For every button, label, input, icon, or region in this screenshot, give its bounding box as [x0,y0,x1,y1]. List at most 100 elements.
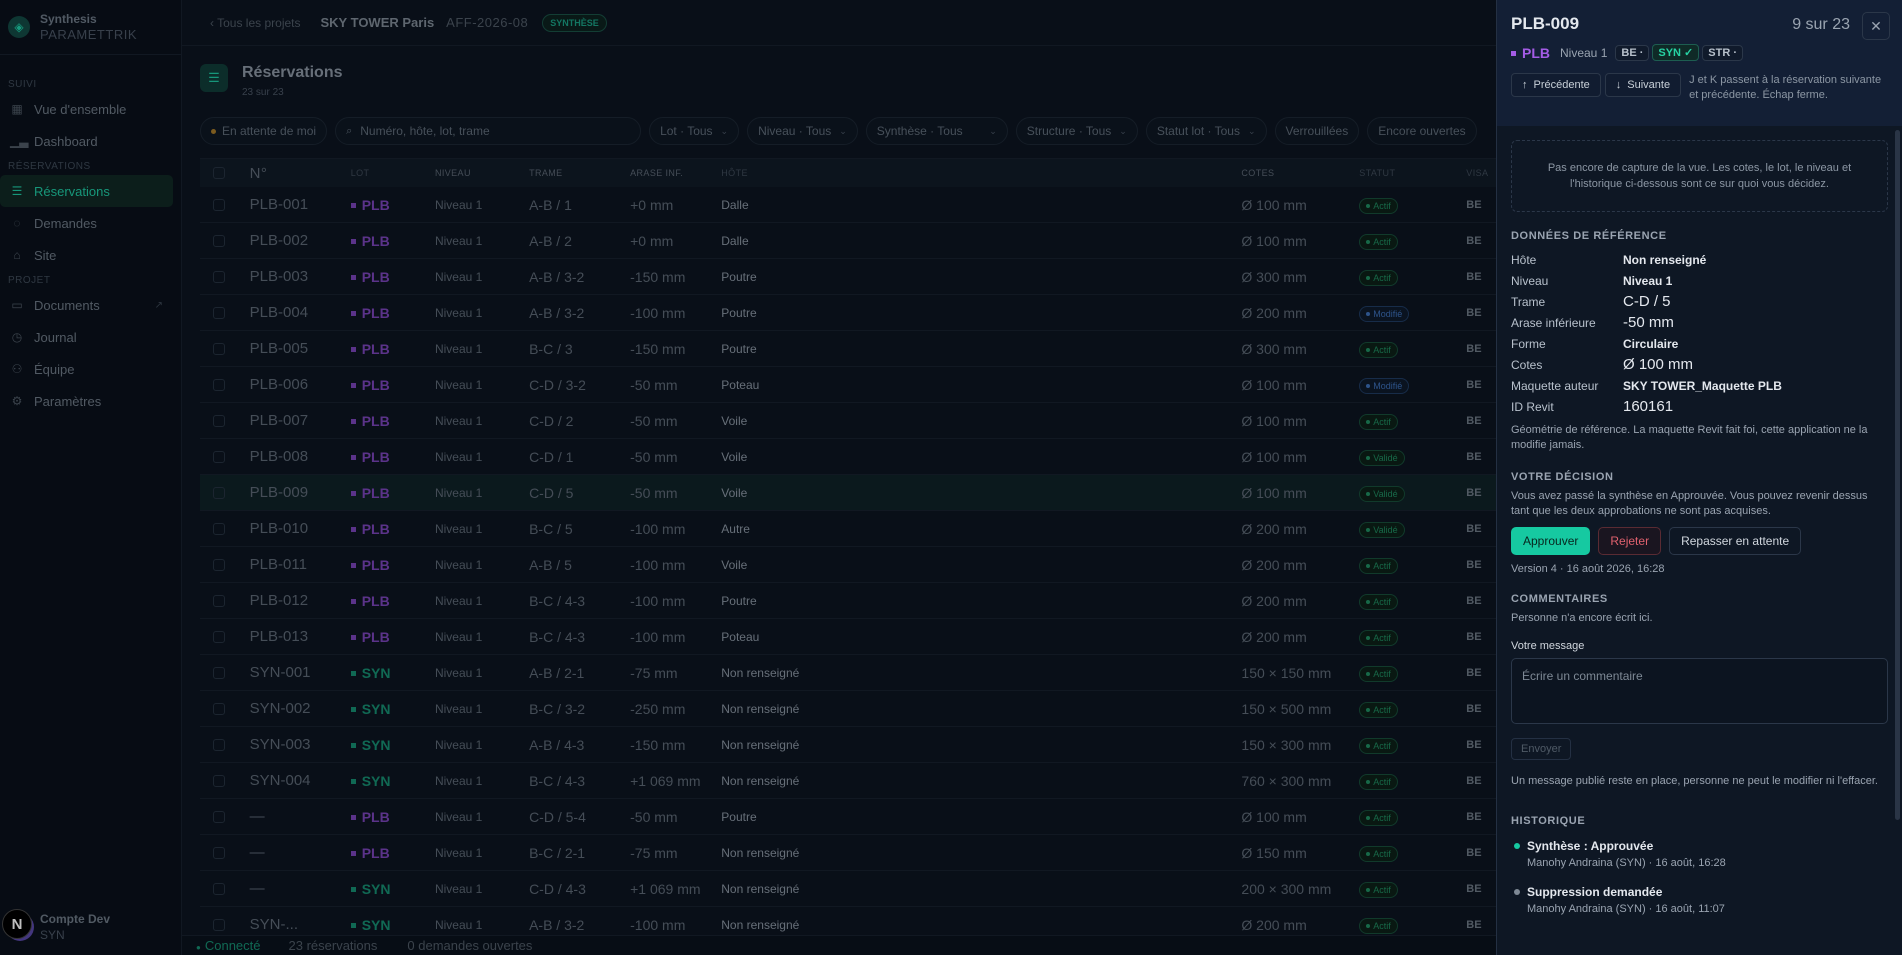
col-header-arase[interactable]: ARASE INF. [630,168,721,178]
row-checkbox[interactable] [213,234,225,247]
row-checkbox[interactable] [213,270,225,283]
search-input[interactable]: ⌕ Numéro, hôte, lot, trame [335,117,642,145]
row-checkbox[interactable] [213,666,225,679]
reference-key: Niveau [1511,273,1549,288]
col-header-lot[interactable]: LOT [351,168,435,178]
list-icon: ☰ [11,184,23,198]
sidebar-item-vue-ensemble[interactable]: ▦ Vue d'ensemble [0,93,173,125]
send-button[interactable]: Envoyer [1511,738,1572,760]
reference-key: Arase inférieure [1511,315,1596,330]
col-header-statut[interactable]: STATUT [1359,168,1466,178]
table-row[interactable]: PLB-002 PLB Niveau 1 A-B / 2 +0 mm Dalle Ø 100… [200,223,1496,259]
row-checkbox[interactable] [213,342,225,355]
sidebar-item-equipe[interactable]: ⚇ Équipe [0,353,173,385]
sidebar-item-reservations[interactable]: ☰ Réservations [0,175,173,207]
col-header-niveau[interactable]: NIVEAU [435,168,529,178]
sidebar-item-documents[interactable]: ▭ Documents ↗ [0,289,173,321]
col-header-num[interactable]: N° [250,165,351,182]
col-header-visa[interactable]: VISA [1466,168,1496,178]
table-row[interactable]: PLB-004 PLB Niveau 1 A-B / 3-2 -100 mm Poutre… [200,295,1496,331]
select-all-checkbox[interactable] [213,167,225,179]
row-checkbox[interactable] [213,882,225,895]
table-row[interactable]: SYN-001 SYN Niveau 1 A-B / 2-1 -75 mm Non ren… [200,655,1496,691]
lot-square-icon [350,491,356,497]
previous-button[interactable]: ↑ Précédente [1511,73,1601,97]
row-checkbox[interactable] [213,414,225,427]
row-checkbox[interactable] [213,522,225,535]
row-checkbox[interactable] [213,198,225,211]
cell-statut: Validé [1359,520,1466,538]
row-checkbox[interactable] [213,594,225,607]
reject-button[interactable]: Rejeter [1598,527,1662,555]
search-placeholder: Numéro, hôte, lot, trame [360,124,490,138]
close-button[interactable]: ✕ [1862,12,1890,40]
row-checkbox[interactable] [213,630,225,643]
user-account[interactable]: N Compte Dev SYN [2,909,110,943]
row-checkbox[interactable] [213,378,225,391]
row-checkbox[interactable] [213,558,225,571]
table-row[interactable]: PLB-007 PLB Niveau 1 C-D / 2 -50 mm Voile Ø 10… [200,403,1496,439]
table-row[interactable]: PLB-013 PLB Niveau 1 B-C / 4-3 -100 mm Poteau… [200,619,1496,655]
sidebar-item-parametres[interactable]: ⚙ Paramètres [0,385,173,417]
row-checkbox[interactable] [213,846,225,859]
row-checkbox[interactable] [213,738,225,751]
row-checkbox[interactable] [213,486,225,499]
row-checkbox[interactable] [213,774,225,787]
col-header-trame[interactable]: TRAME [529,168,630,178]
sidebar-item-dashboard[interactable]: ▁▃ Dashboard [0,125,173,157]
reference-row: Trame C-D / 5 [1511,291,1888,312]
lot-square-icon [350,527,356,533]
cell-hote: Non renseigné [721,701,800,716]
table-row[interactable]: PLB-009 PLB Niveau 1 C-D / 5 -50 mm Voile Ø 10… [200,475,1496,511]
row-checkbox[interactable] [213,918,225,931]
cell-visa: BE [1466,882,1482,895]
row-checkbox[interactable] [213,306,225,319]
table-row[interactable]: SYN-002 SYN Niveau 1 B-C / 3-2 -250 mm Non re… [200,691,1496,727]
comment-textarea[interactable]: Écrire un commentaire [1511,658,1888,724]
row-checkbox[interactable] [213,810,225,823]
toggle-verrouillees[interactable]: Verrouillées [1274,117,1360,145]
reference-value: Circulaire [1623,336,1679,351]
next-button[interactable]: ↓ Suivante [1604,73,1682,97]
table-row[interactable]: PLB-005 PLB Niveau 1 B-C / 3 -150 mm Poutre Ø … [200,331,1496,367]
table-row[interactable]: PLB-011 PLB Niveau 1 A-B / 5 -100 mm Voile Ø 2… [200,547,1496,583]
sidebar-item-label: Paramètres [34,393,102,409]
filter-niveau[interactable]: Niveau · Tous ⌄ [747,117,858,145]
filter-statut-lot[interactable]: Statut lot · Tous ⌄ [1145,117,1267,145]
filter-lot[interactable]: Lot · Tous ⌄ [649,117,740,145]
filter-structure[interactable]: Structure · Tous ⌄ [1015,117,1138,145]
sidebar-item-journal[interactable]: ◷ Journal [0,321,173,353]
cell-lot: PLB [350,809,435,825]
cell-statut: Actif [1359,772,1466,790]
table-row[interactable]: PLB-006 PLB Niveau 1 C-D / 3-2 -50 mm Poteau Ø… [200,367,1496,403]
sidebar-item-site[interactable]: ⌂ Site [0,239,173,271]
table-row[interactable]: — PLB Niveau 1 B-C / 2-1 -75 mm Non renseigné… [200,835,1496,871]
filter-synthese[interactable]: Synthèse · Tous ⌄ [865,117,1008,145]
col-header-cotes[interactable]: COTES [1241,168,1359,178]
panel-scrollbar[interactable] [1895,130,1900,820]
row-checkbox[interactable] [213,450,225,463]
table-row[interactable]: — PLB Niveau 1 C-D / 5-4 -50 mm Poutre Ø 100 m… [200,799,1496,835]
tag-str: STR · [1702,44,1743,61]
table-row[interactable]: SYN-... SYN Niveau 1 A-B / 3-2 -100 mm Non re… [200,907,1496,935]
row-checkbox[interactable] [213,702,225,715]
reset-pending-button[interactable]: Repasser en attente [1669,527,1802,555]
pending-filter[interactable]: En attente de moi [200,117,328,145]
dev-badge[interactable]: N [2,909,32,939]
table-row[interactable]: PLB-010 PLB Niveau 1 B-C / 5 -100 mm Autre Ø 2… [200,511,1496,547]
col-header-hote[interactable]: HÔTE [721,168,1241,178]
sidebar-item-demandes[interactable]: ◌ Demandes [0,207,173,239]
lot-label: PLB [361,844,390,861]
back-link[interactable]: ‹ Tous les projets [210,16,301,30]
table-row[interactable]: PLB-001 PLB Niveau 1 A-B / 1 +0 mm Dalle Ø 100… [200,187,1496,223]
table-row[interactable]: — SYN Niveau 1 C-D / 4-3 +1 069 mm Non rensei… [200,871,1496,907]
table-row[interactable]: SYN-004 SYN Niveau 1 B-C / 4-3 +1 069 mm Non … [200,763,1496,799]
table-row[interactable]: PLB-003 PLB Niveau 1 A-B / 3-2 -150 mm Poutre… [200,259,1496,295]
toggle-encore-ouvertes[interactable]: Encore ouvertes [1367,117,1477,145]
table-row[interactable]: PLB-012 PLB Niveau 1 B-C / 4-3 -100 mm Poutre… [200,583,1496,619]
table-row[interactable]: PLB-008 PLB Niveau 1 C-D / 1 -50 mm Voile Ø 10… [200,439,1496,475]
table-row[interactable]: SYN-003 SYN Niveau 1 A-B / 4-3 -150 mm Non re… [200,727,1496,763]
filter-label: Structure · Tous [1026,124,1112,138]
brand[interactable]: ◈ Synthesis PARAMETTRIK [0,0,181,55]
approve-button[interactable]: Approuver [1511,527,1591,555]
